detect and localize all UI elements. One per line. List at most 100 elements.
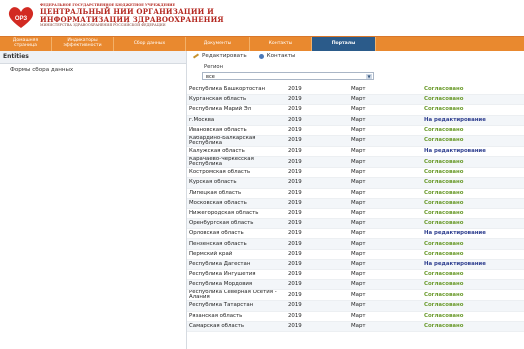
- year-cell: 2019: [286, 156, 349, 169]
- region-cell: Нижегородская область: [187, 208, 286, 220]
- table-row[interactable]: Нижегородская область 2019 Март Согласовано: [187, 208, 524, 220]
- region-cell: Рязанская область: [187, 311, 286, 322]
- table-row[interactable]: Республика Марий Эл 2019 Март Согласовано: [187, 104, 524, 116]
- year-cell: 2019: [286, 311, 349, 322]
- status-cell: Согласовано: [422, 289, 524, 302]
- year-cell: 2019: [286, 208, 349, 220]
- org-line-4: МИНИСТЕРСТВА ЗДРАВООХРАНЕНИЯ РОССИЙСКОЙ …: [40, 23, 166, 27]
- chevron-down-icon[interactable]: ▼: [366, 74, 372, 79]
- region-cell: Республика Татарстан: [187, 300, 286, 312]
- month-cell: Март: [349, 104, 422, 116]
- tab-documents[interactable]: Документы: [186, 37, 250, 51]
- tab-indicators[interactable]: Индикаторы эффективности: [52, 37, 114, 51]
- edit-label: Редактировать: [202, 53, 247, 59]
- contacts-button[interactable]: Контакты: [258, 53, 295, 59]
- year-cell: 2019: [286, 94, 349, 106]
- table-row[interactable]: Костромская область 2019 Март Согласовано: [187, 167, 524, 179]
- year-cell: 2019: [286, 115, 349, 126]
- table-row[interactable]: Карачаево-Черкесская Республика 2019 Март С…: [187, 156, 524, 169]
- tab-portals[interactable]: Порталы: [312, 37, 376, 51]
- region-cell: Ивановская область: [187, 125, 286, 136]
- region-cell: Оренбургская область: [187, 218, 286, 230]
- org-name: ФЕДЕРАЛЬНОЕ ГОСУДАРСТВЕННОЕ БЮДЖЕТНОЕ УЧ…: [40, 3, 224, 28]
- region-cell: Липецкая область: [187, 188, 286, 199]
- status-cell: Согласовано: [422, 104, 524, 116]
- month-cell: Март: [349, 228, 422, 240]
- table-row[interactable]: Московская область 2019 Март Согласовано: [187, 198, 524, 209]
- sidebar-item-data-forms[interactable]: Формы сбора данных: [0, 64, 186, 76]
- table-row[interactable]: Республика Дагестан 2019 Март На редактиров…: [187, 259, 524, 271]
- main-panel: Редактировать Контакты Регион все ▼ Респ…: [187, 51, 524, 349]
- month-cell: Март: [349, 218, 422, 230]
- month-cell: Март: [349, 321, 422, 332]
- region-cell: Костромская область: [187, 167, 286, 179]
- tab-home[interactable]: Домашняя страница: [0, 37, 52, 51]
- table-row[interactable]: Республика Ингушетия 2019 Март Согласовано: [187, 269, 524, 281]
- table-row[interactable]: Пермский край 2019 Март Согласовано: [187, 249, 524, 260]
- table-row[interactable]: Республика Мордовия 2019 Март Согласовано: [187, 279, 524, 291]
- month-cell: Март: [349, 115, 422, 126]
- month-cell: Март: [349, 167, 422, 179]
- month-cell: Март: [349, 135, 422, 147]
- year-cell: 2019: [286, 188, 349, 199]
- year-cell: 2019: [286, 269, 349, 281]
- region-cell: Республика Марий Эл: [187, 104, 286, 116]
- region-cell: Курская область: [187, 177, 286, 189]
- region-cell: г.Москва: [187, 115, 286, 126]
- month-cell: Март: [349, 249, 422, 260]
- table-row[interactable]: Калужская область 2019 Март На редактирован…: [187, 146, 524, 158]
- region-cell: Республика Мордовия: [187, 279, 286, 291]
- region-cell: Республика Ингушетия: [187, 269, 286, 281]
- logo-text: ОРЗ: [15, 16, 28, 22]
- table-row[interactable]: г.Москва 2019 Март На редактирование: [187, 115, 524, 126]
- region-cell: Республика Дагестан: [187, 259, 286, 271]
- region-cell: Калужская область: [187, 146, 286, 158]
- table-row[interactable]: Курганская область 2019 Март Согласовано: [187, 94, 524, 106]
- year-cell: 2019: [286, 135, 349, 147]
- month-cell: Март: [349, 300, 422, 312]
- site-header: ОРЗ ФЕДЕРАЛЬНОЕ ГОСУДАРСТВЕННОЕ БЮДЖЕТНО…: [0, 0, 524, 36]
- region-select-value: все: [206, 74, 215, 80]
- year-cell: 2019: [286, 167, 349, 179]
- table-row[interactable]: Рязанская область 2019 Март Согласовано: [187, 311, 524, 322]
- year-cell: 2019: [286, 85, 349, 96]
- year-cell: 2019: [286, 177, 349, 189]
- status-cell: Согласовано: [422, 279, 524, 291]
- org-line-3: ИНФОРМАТИЗАЦИИ ЗДРАВООХРАНЕНИЯ: [40, 14, 224, 24]
- month-cell: Март: [349, 177, 422, 189]
- month-cell: Март: [349, 259, 422, 271]
- year-cell: 2019: [286, 249, 349, 260]
- table-row[interactable]: Республика Татарстан 2019 Март Согласовано: [187, 300, 524, 312]
- table-row[interactable]: Орловская область 2019 Март На редактирован…: [187, 228, 524, 240]
- status-cell: Согласовано: [422, 125, 524, 136]
- region-cell: Курганская область: [187, 94, 286, 106]
- main-nav: Домашняя страница Индикаторы эффективнос…: [0, 36, 524, 51]
- month-cell: Март: [349, 238, 422, 250]
- toolbar: Редактировать Контакты: [187, 51, 524, 61]
- month-cell: Март: [349, 208, 422, 220]
- month-cell: Март: [349, 85, 422, 96]
- table-row[interactable]: Липецкая область 2019 Март Согласовано: [187, 188, 524, 199]
- year-cell: 2019: [286, 104, 349, 116]
- table-row[interactable]: Республика Башкортостан 2019 Март Согласова…: [187, 85, 524, 96]
- month-cell: Март: [349, 188, 422, 199]
- table-row[interactable]: Курская область 2019 Март Согласовано: [187, 177, 524, 189]
- table-row[interactable]: Пензенская область 2019 Март Согласовано: [187, 238, 524, 250]
- table-row[interactable]: Кабардино-Балкарская Республика 2019 Март С…: [187, 135, 524, 147]
- year-cell: 2019: [286, 198, 349, 209]
- tab-contacts[interactable]: Контакты: [250, 37, 312, 51]
- forms-table: Республика Башкортостан 2019 Март Согласова…: [187, 85, 524, 332]
- edit-button[interactable]: Редактировать: [192, 53, 247, 59]
- tab-data-collection[interactable]: Сбор данных: [114, 37, 186, 51]
- table-row[interactable]: Республика Северная Осетия - Алания 2019 М…: [187, 289, 524, 302]
- table-row[interactable]: Ивановская область 2019 Март Согласовано: [187, 125, 524, 136]
- region-select[interactable]: все ▼: [202, 72, 374, 80]
- table-row[interactable]: Самарская область 2019 Март Согласовано: [187, 321, 524, 332]
- status-cell: Согласовано: [422, 208, 524, 220]
- year-cell: 2019: [286, 125, 349, 136]
- table-row[interactable]: Оренбургская область 2019 Март Согласовано: [187, 218, 524, 230]
- region-cell: Пензенская область: [187, 238, 286, 250]
- status-cell: Согласовано: [422, 167, 524, 179]
- region-cell: Московская область: [187, 198, 286, 209]
- status-cell: На редактирование: [422, 115, 524, 126]
